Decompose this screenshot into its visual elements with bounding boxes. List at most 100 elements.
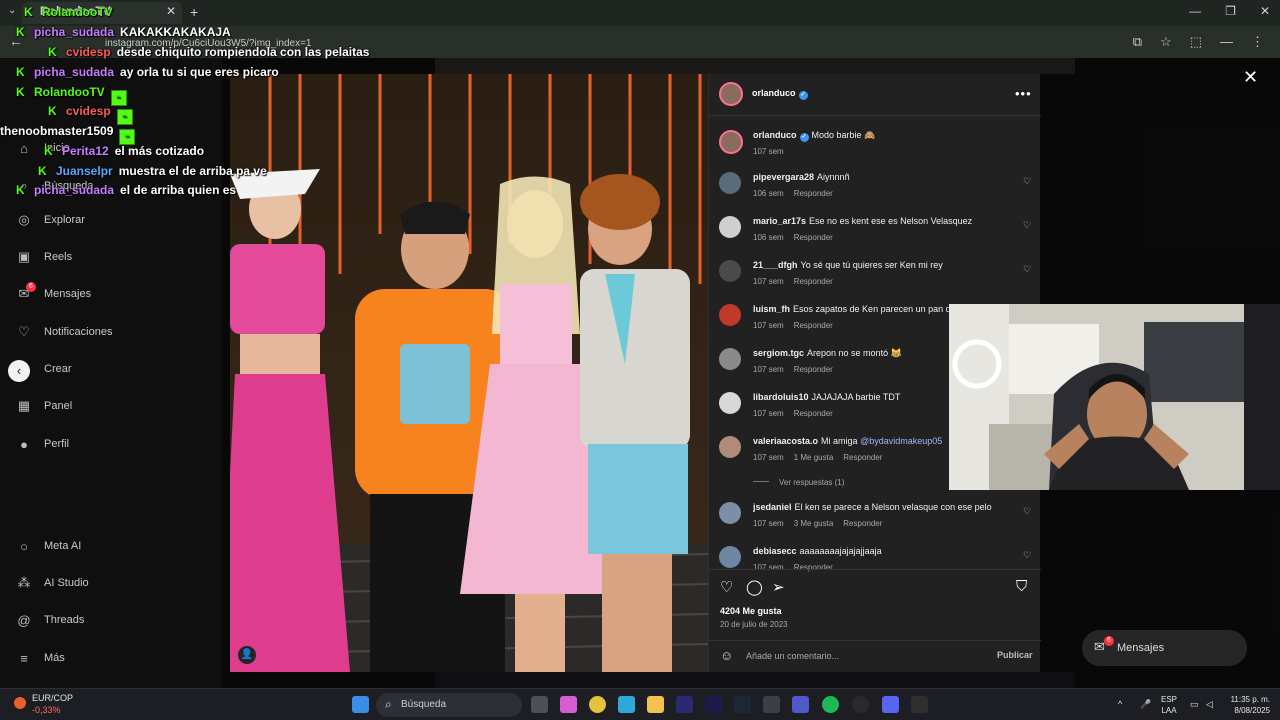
new-tab-icon[interactable]: +	[190, 4, 198, 20]
sidebar-item-más[interactable]: ≡ Más	[16, 650, 65, 666]
reply-button[interactable]: Responder	[794, 233, 833, 242]
comment-like-heart-icon[interactable]: ♡	[1023, 506, 1031, 517]
task-view-icon[interactable]	[531, 696, 548, 713]
tab-search-icon[interactable]: ⌄	[8, 5, 16, 16]
emoji-icon[interactable]: ☺	[720, 648, 733, 663]
steam-icon[interactable]	[734, 696, 751, 713]
close-modal-icon[interactable]: ✕	[1243, 67, 1258, 88]
obs-icon[interactable]	[852, 696, 869, 713]
sidebar-item-explorar[interactable]: ◎ Explorar	[16, 212, 85, 228]
discord-icon[interactable]	[882, 696, 899, 713]
comment-like-heart-icon[interactable]: ♡	[1023, 264, 1031, 275]
chat-username[interactable]: picha_sudada	[34, 65, 114, 79]
comment-username[interactable]: 21___dfgh	[753, 260, 798, 270]
chat-username[interactable]: cvidesp	[66, 104, 111, 118]
copilot-icon[interactable]	[560, 696, 577, 713]
reply-button[interactable]: Responder	[843, 453, 882, 462]
share-icon[interactable]: ➢	[772, 578, 785, 596]
language-indicator[interactable]: ESP LAA	[1161, 694, 1177, 716]
comment-username[interactable]: debiasecc	[753, 546, 797, 556]
bookmark-star-icon[interactable]: ☆	[1160, 34, 1172, 50]
comment-username[interactable]: sergiom.tgc	[753, 348, 804, 358]
reply-button[interactable]: Responder	[794, 277, 833, 286]
sidebar-item-notificaciones[interactable]: ♡ Notificaciones	[16, 324, 112, 340]
comment-avatar[interactable]	[719, 348, 741, 370]
tagged-users-icon[interactable]: 👤	[238, 646, 256, 664]
post-image[interactable]: ›	[230, 74, 708, 672]
minimize-icon[interactable]: —	[1189, 4, 1201, 18]
comment-input[interactable]	[746, 649, 986, 663]
chat-username[interactable]: picha_sudada	[34, 25, 114, 39]
comment-icon[interactable]: ◯	[746, 578, 763, 596]
like-heart-icon[interactable]: ♡	[720, 578, 733, 596]
taskbar-search[interactable]: ⌕ Búsqueda	[376, 693, 522, 717]
comment-avatar[interactable]	[719, 172, 741, 194]
comment-username[interactable]: valeriaacosta.o	[753, 436, 818, 446]
author-username[interactable]: orlanduco ✓	[752, 88, 808, 100]
chat-username[interactable]: cvidesp	[66, 45, 111, 59]
author-avatar[interactable]	[719, 82, 743, 106]
view-replies-link[interactable]: Ver respuestas (1)	[753, 478, 844, 487]
sidebar-item-threads[interactable]: @ Threads	[16, 612, 84, 628]
sidebar-item-reels[interactable]: ▣ Reels	[16, 249, 72, 265]
sidebar-item-ai-studio[interactable]: ⁂ AI Studio	[16, 575, 89, 591]
epic-games-icon[interactable]	[911, 696, 928, 713]
sidebar-toggle-icon[interactable]: —	[1220, 34, 1233, 50]
windows-start-icon[interactable]	[352, 696, 369, 713]
file-explorer-icon[interactable]	[647, 696, 664, 713]
comment-username[interactable]: pipevergara28	[753, 172, 814, 182]
chat-username[interactable]: Perita12	[62, 144, 109, 158]
tray-chevron-icon[interactable]: ^	[1118, 699, 1122, 709]
cast-icon[interactable]: ⧉	[1133, 34, 1142, 50]
sidebar-item-panel[interactable]: ▦ Panel	[16, 398, 72, 414]
spotify-icon[interactable]	[822, 696, 839, 713]
like-count[interactable]: 4204 Me gusta	[720, 606, 782, 616]
taskbar-clock[interactable]: 11:35 p. m. 8/08/2025	[1226, 694, 1270, 716]
browser-menu-icon[interactable]: ⋮	[1251, 34, 1264, 50]
more-options-icon[interactable]: •••	[1015, 86, 1032, 101]
carousel-prev-button[interactable]: ‹	[8, 360, 30, 382]
comment-username[interactable]: luism_fh	[753, 304, 790, 314]
microphone-icon[interactable]: 🎤	[1140, 699, 1151, 710]
comment-avatar[interactable]	[719, 304, 741, 326]
reply-button[interactable]: Responder	[843, 519, 882, 528]
comment-like-count[interactable]: 1 Me gusta	[794, 453, 834, 462]
comment-like-count[interactable]: 3 Me gusta	[794, 519, 834, 528]
comment-mention[interactable]: @bydavidmakeup05	[860, 436, 942, 446]
chat-username[interactable]: RolandooTV	[42, 5, 113, 19]
reply-button[interactable]: Responder	[794, 365, 833, 374]
extensions-icon[interactable]: ⬚	[1190, 34, 1202, 50]
floating-messages-button[interactable]: ✉ 6 Mensajes	[1082, 630, 1247, 666]
publish-button[interactable]: Publicar	[997, 650, 1033, 660]
sidebar-item-meta-ai[interactable]: ○ Meta AI	[16, 538, 81, 554]
volume-icon[interactable]: ◁	[1206, 699, 1213, 710]
sidebar-item-mensajes[interactable]: ✉ Mensajes 6	[16, 282, 91, 302]
comment-avatar[interactable]	[719, 502, 741, 524]
reply-button[interactable]: Responder	[794, 409, 833, 418]
premiere-icon[interactable]	[676, 696, 693, 713]
comment-username[interactable]: mario_ar17s	[753, 216, 806, 226]
reply-button[interactable]: Responder	[794, 321, 833, 330]
reply-button[interactable]: Responder	[794, 189, 833, 198]
caption-avatar[interactable]	[719, 130, 743, 154]
chrome-icon[interactable]	[589, 696, 606, 713]
comment-avatar[interactable]	[719, 260, 741, 282]
comment-like-heart-icon[interactable]: ♡	[1023, 550, 1031, 561]
comment-like-heart-icon[interactable]: ♡	[1023, 220, 1031, 231]
comment-username[interactable]: jsedaniel	[753, 502, 792, 512]
tab-close-icon[interactable]: ✕	[166, 4, 176, 18]
comment-username[interactable]: libardoluis10	[753, 392, 809, 402]
comment-avatar[interactable]	[719, 436, 741, 458]
chat-username[interactable]: Juanselpr	[56, 164, 113, 178]
edge-icon[interactable]	[618, 696, 635, 713]
network-icon[interactable]: ▭	[1190, 699, 1199, 710]
teams-icon[interactable]	[792, 696, 809, 713]
restore-icon[interactable]: ❐	[1225, 4, 1236, 18]
close-window-icon[interactable]: ✕	[1260, 4, 1270, 18]
app-icon[interactable]	[763, 696, 780, 713]
chat-username[interactable]: thenoobmaster1509	[0, 124, 113, 138]
comment-avatar[interactable]	[719, 546, 741, 568]
comment-like-heart-icon[interactable]: ♡	[1023, 176, 1031, 187]
chat-username[interactable]: RolandooTV	[34, 85, 105, 99]
audition-icon[interactable]	[705, 696, 722, 713]
